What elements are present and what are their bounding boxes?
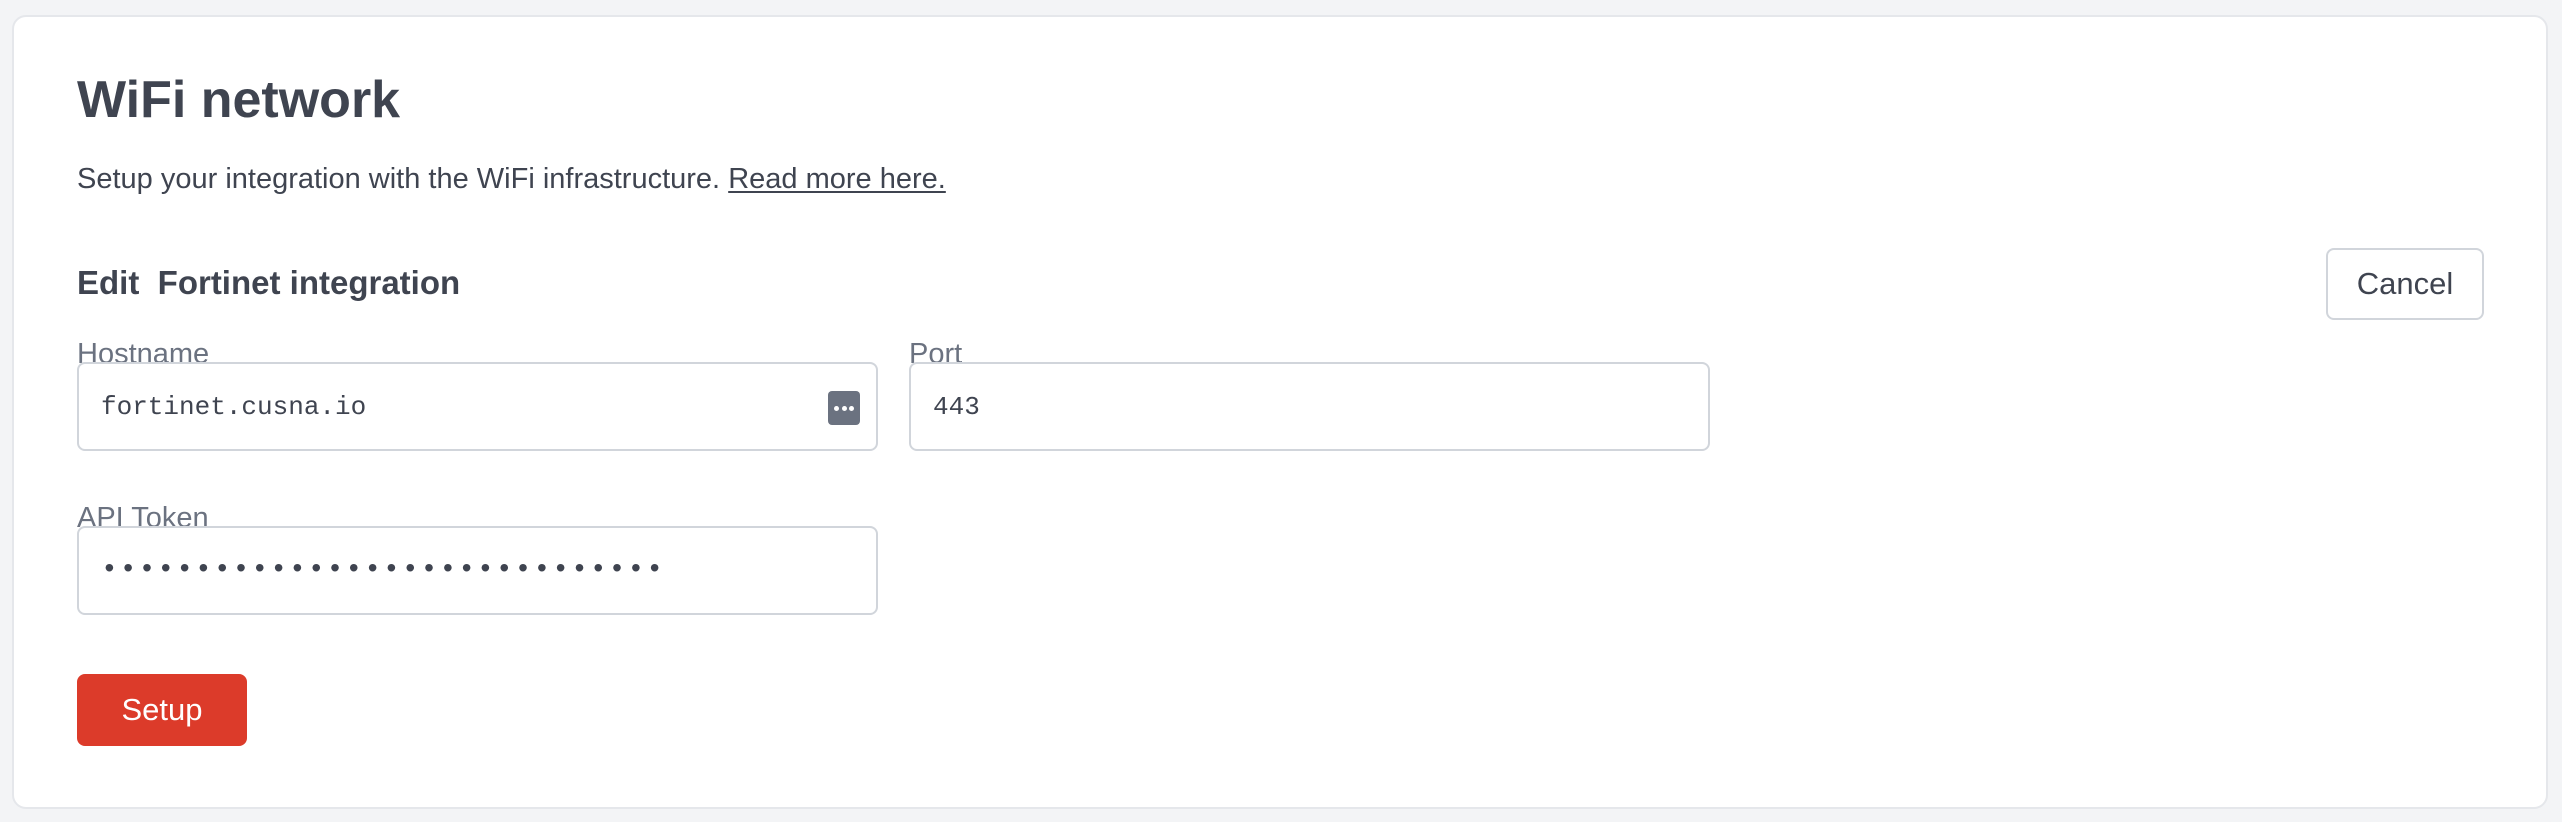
page-subtitle: Setup your integration with the WiFi inf… xyxy=(77,162,946,197)
read-more-link[interactable]: Read more here. xyxy=(728,163,946,195)
hostname-input[interactable] xyxy=(79,364,876,449)
hostname-field[interactable] xyxy=(77,362,878,451)
subtitle-text: Setup your integration with the WiFi inf… xyxy=(77,163,721,195)
cancel-button[interactable]: Cancel xyxy=(2326,248,2484,320)
api-token-input[interactable] xyxy=(79,528,876,613)
port-field[interactable] xyxy=(909,362,1710,451)
api-token-field[interactable] xyxy=(77,526,878,615)
integration-card: WiFi network Setup your integration with… xyxy=(12,15,2548,809)
port-input[interactable] xyxy=(911,364,1708,449)
section-title: Edit Fortinet integration xyxy=(77,264,461,301)
setup-button[interactable]: Setup xyxy=(77,674,247,746)
more-horizontal-icon[interactable] xyxy=(828,391,860,425)
page-title: WiFi network xyxy=(77,71,401,129)
